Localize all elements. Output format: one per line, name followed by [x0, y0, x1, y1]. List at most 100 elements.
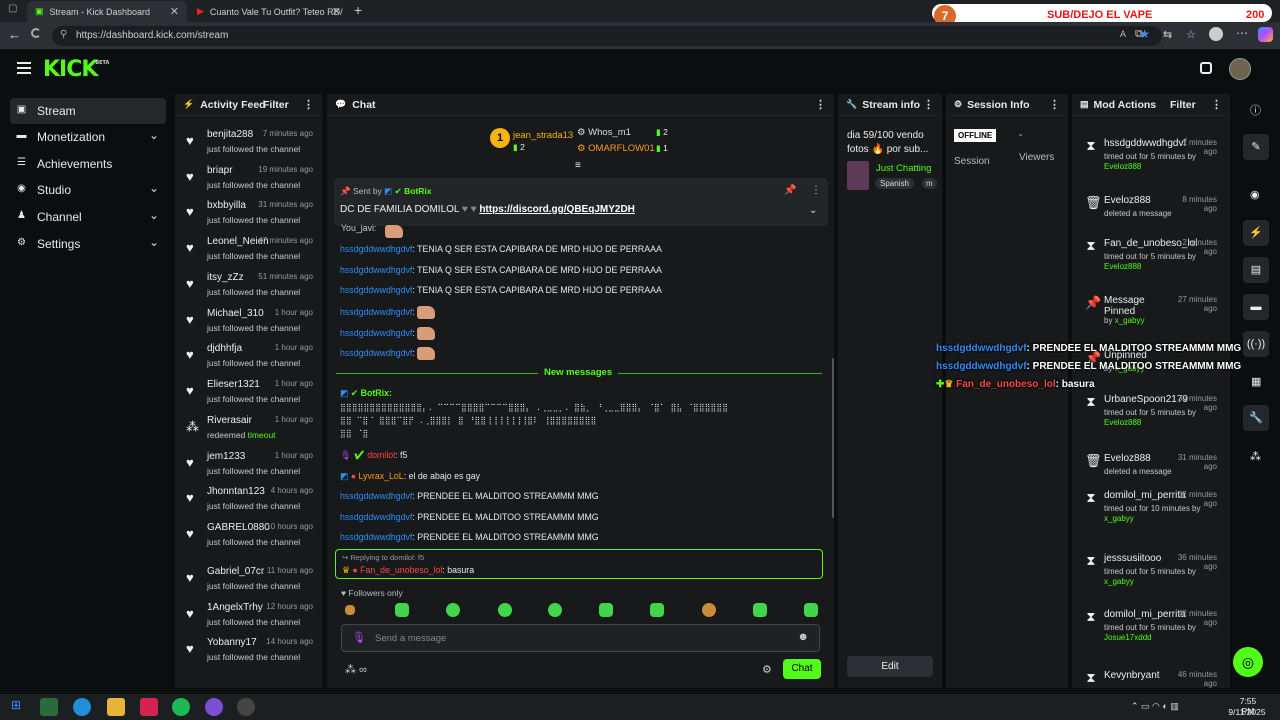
send-chat-button[interactable]: Chat	[783, 659, 821, 679]
chat-username[interactable]: hssdgddwwdhgdvf	[340, 491, 412, 501]
file-explorer-icon[interactable]	[107, 698, 125, 716]
emote-7[interactable]	[650, 603, 664, 617]
taskbar-app-icon[interactable]	[40, 698, 58, 716]
nav-stream[interactable]: ▣ Stream	[10, 98, 166, 124]
info-icon[interactable]: ⓘ	[1250, 102, 1261, 118]
mod-target-name[interactable]: Eveloz888	[1104, 195, 1151, 206]
edit-stream-info-button[interactable]: Edit	[847, 656, 933, 677]
chat-username[interactable]: hssdgddwwdhgdvf	[340, 307, 412, 317]
document-icon[interactable]: ▤	[1243, 257, 1269, 283]
apps-icon[interactable]: ⁂	[1250, 450, 1261, 463]
tab-youtube[interactable]: ▶ Cuanto Vale Tu Outfit? Teteo RD/ ✕	[189, 1, 349, 22]
activity-feed-item[interactable]: ♥ Jhonntan123 4 hours ago just followed the…	[175, 484, 317, 520]
pinned-more-icon[interactable]: ⋮	[811, 185, 821, 196]
split-screen-icon[interactable]: ⇆	[1163, 28, 1172, 41]
edit-icon[interactable]: ✎	[1243, 134, 1269, 160]
more-options-icon[interactable]: ⋮	[303, 98, 314, 111]
mod-target-name[interactable]: Message Pinned	[1104, 295, 1164, 317]
back-icon[interactable]: ←	[8, 27, 21, 42]
chat-tools-icon[interactable]: ⁂ ∞	[345, 663, 367, 676]
moderator-name[interactable]: Eveloz888	[1104, 162, 1141, 171]
mod-filter-button[interactable]: Filter	[1170, 99, 1196, 111]
new-messages-label[interactable]: New messages	[538, 367, 619, 378]
emote-9[interactable]	[753, 603, 767, 617]
taskbar-app-icon[interactable]	[140, 698, 158, 716]
url-field[interactable]: ⚲ https://dashboard.kick.com/stream A ★	[52, 26, 1162, 46]
read-aloud-icon[interactable]: A	[1120, 29, 1126, 39]
nav-studio[interactable]: ◉ Studio ⌄	[10, 177, 166, 203]
moderator-name[interactable]: x_gabyy	[1104, 577, 1134, 586]
chat-username[interactable]: hssdgddwwdhgdvf	[340, 348, 412, 358]
chat-username[interactable]: hssdgddwwdhgdvf	[340, 244, 412, 254]
follower-name[interactable]: bxbbyilla	[207, 200, 246, 211]
follower-name[interactable]: itsy_zZz	[207, 272, 244, 283]
chat-username[interactable]: Lyvrax_LoL	[359, 471, 404, 481]
new-tab-icon[interactable]: +	[354, 2, 362, 18]
nav-settings[interactable]: ⚙ Settings ⌄	[10, 231, 166, 257]
moderator-name[interactable]: Josue17xddd	[1104, 633, 1152, 642]
mod-target-name[interactable]: Eveloz888	[1104, 453, 1151, 464]
emote-5[interactable]	[548, 603, 562, 617]
kick-logo[interactable]: KICK BETA	[43, 57, 109, 82]
close-tab-icon[interactable]: ✕	[170, 5, 179, 18]
activity-feed-item[interactable]: ♥ itsy_zZz 51 minutes ago just followed the…	[175, 270, 317, 306]
activity-feed-item[interactable]: ♥ jem1233 1 hour ago just followed the chan…	[175, 449, 317, 485]
camera-icon[interactable]: ◉	[1250, 188, 1260, 201]
chat-username[interactable]: Fan_de_unobeso_lol	[360, 565, 442, 575]
chat-scrollbar[interactable]	[832, 358, 834, 518]
moderator-name[interactable]: x_gabyy	[1104, 514, 1134, 523]
activity-feed-item[interactable]: ♥ Michael_310 1 hour ago just followed the …	[175, 306, 317, 342]
moderator-name[interactable]: Eveloz888	[1104, 418, 1141, 427]
close-tab-icon[interactable]: ✕	[332, 5, 341, 18]
copilot-icon[interactable]	[1258, 27, 1273, 42]
taskbar-date[interactable]: 9/11/2025	[1225, 707, 1269, 717]
emoji-icon[interactable]: ☻	[797, 631, 809, 643]
browser-menu-icon[interactable]: ⋯	[1236, 26, 1248, 40]
tools-icon[interactable]: 🔧	[1243, 405, 1269, 431]
activity-filter-button[interactable]: Filter	[263, 99, 289, 111]
leaderboard-first-name[interactable]: jean_strada13	[513, 130, 573, 141]
extensions-icon[interactable]: ⧉	[1135, 28, 1143, 41]
activity-feed-item[interactable]: ♥ djdhhfja 1 hour ago just followed the cha…	[175, 341, 317, 377]
chat-username[interactable]: hssdgddwwdhgdvf	[340, 512, 412, 522]
profile-avatar[interactable]	[1209, 27, 1223, 41]
chat-settings-icon[interactable]: ⚙	[762, 663, 772, 676]
emote-2[interactable]	[395, 603, 409, 617]
chat-username[interactable]: BotRix:	[361, 388, 392, 398]
chat-username[interactable]: domilol	[367, 450, 395, 460]
discord-icon[interactable]	[205, 698, 223, 716]
activity-feed-item[interactable]: ♥ Elieser1321 1 hour ago just followed the …	[175, 377, 317, 413]
nav-achievements[interactable]: ☰ Achievements	[10, 151, 166, 177]
nav-channel[interactable]: ♟ Channel ⌄	[10, 204, 166, 230]
emote-6[interactable]	[599, 603, 613, 617]
emote-10[interactable]	[804, 603, 818, 617]
user-avatar[interactable]	[1229, 58, 1251, 80]
pinned-link[interactable]: https://discord.gg/QBEqJMY2DH	[479, 204, 635, 215]
activity-feed-item[interactable]: ♥ Leonel_Neien 47 minutes ago just followed…	[175, 234, 317, 270]
chevron-down-icon[interactable]: ⌄	[809, 205, 817, 216]
more-options-icon[interactable]: ⋮	[815, 98, 826, 111]
follower-name[interactable]: jem1233	[207, 451, 245, 462]
leaderboard-second[interactable]: ⚙ Whos_m1	[577, 127, 631, 138]
emote-3[interactable]	[446, 603, 460, 617]
chat-username[interactable]: hssdgddwwdhgdvf	[340, 265, 412, 275]
expand-leaderboard-icon[interactable]: ≡	[575, 160, 581, 171]
mod-target-name[interactable]: jesssusiitooo	[1104, 553, 1161, 564]
activity-feed-item[interactable]: ♥ 1AngelxTrhy 12 hours ago just followed th…	[175, 600, 317, 636]
activity-feed-item[interactable]: ♥ benjita288 7 minutes ago just followed th…	[175, 127, 317, 163]
chat-username[interactable]: hssdgddwwdhgdvf	[340, 328, 412, 338]
nav-monetization[interactable]: ▬ Monetization ⌄	[10, 124, 166, 150]
tab-kick-dashboard[interactable]: ▣ Stream - Kick Dashboard ✕	[27, 1, 187, 22]
support-chat-icon[interactable]: ◎	[1233, 647, 1263, 677]
bolt-icon[interactable]: ⚡	[1243, 220, 1269, 246]
tab-actions-icon[interactable]: ▢	[8, 3, 17, 14]
hamburger-menu-icon[interactable]	[17, 62, 31, 74]
layout-icon[interactable]: ▦	[1251, 375, 1261, 388]
more-options-icon[interactable]: ⋮	[1211, 98, 1222, 111]
favorites-icon[interactable]: ☆	[1186, 28, 1196, 41]
system-tray-icons[interactable]: ⌃ ▭ ◠ ◐ ▥	[1131, 701, 1179, 712]
follower-name[interactable]: benjita288	[207, 129, 253, 140]
chat-input[interactable]: 🎙 Send a message ☻	[341, 624, 820, 652]
spotify-icon[interactable]	[172, 698, 190, 716]
follower-name[interactable]: djdhhfja	[207, 343, 242, 354]
